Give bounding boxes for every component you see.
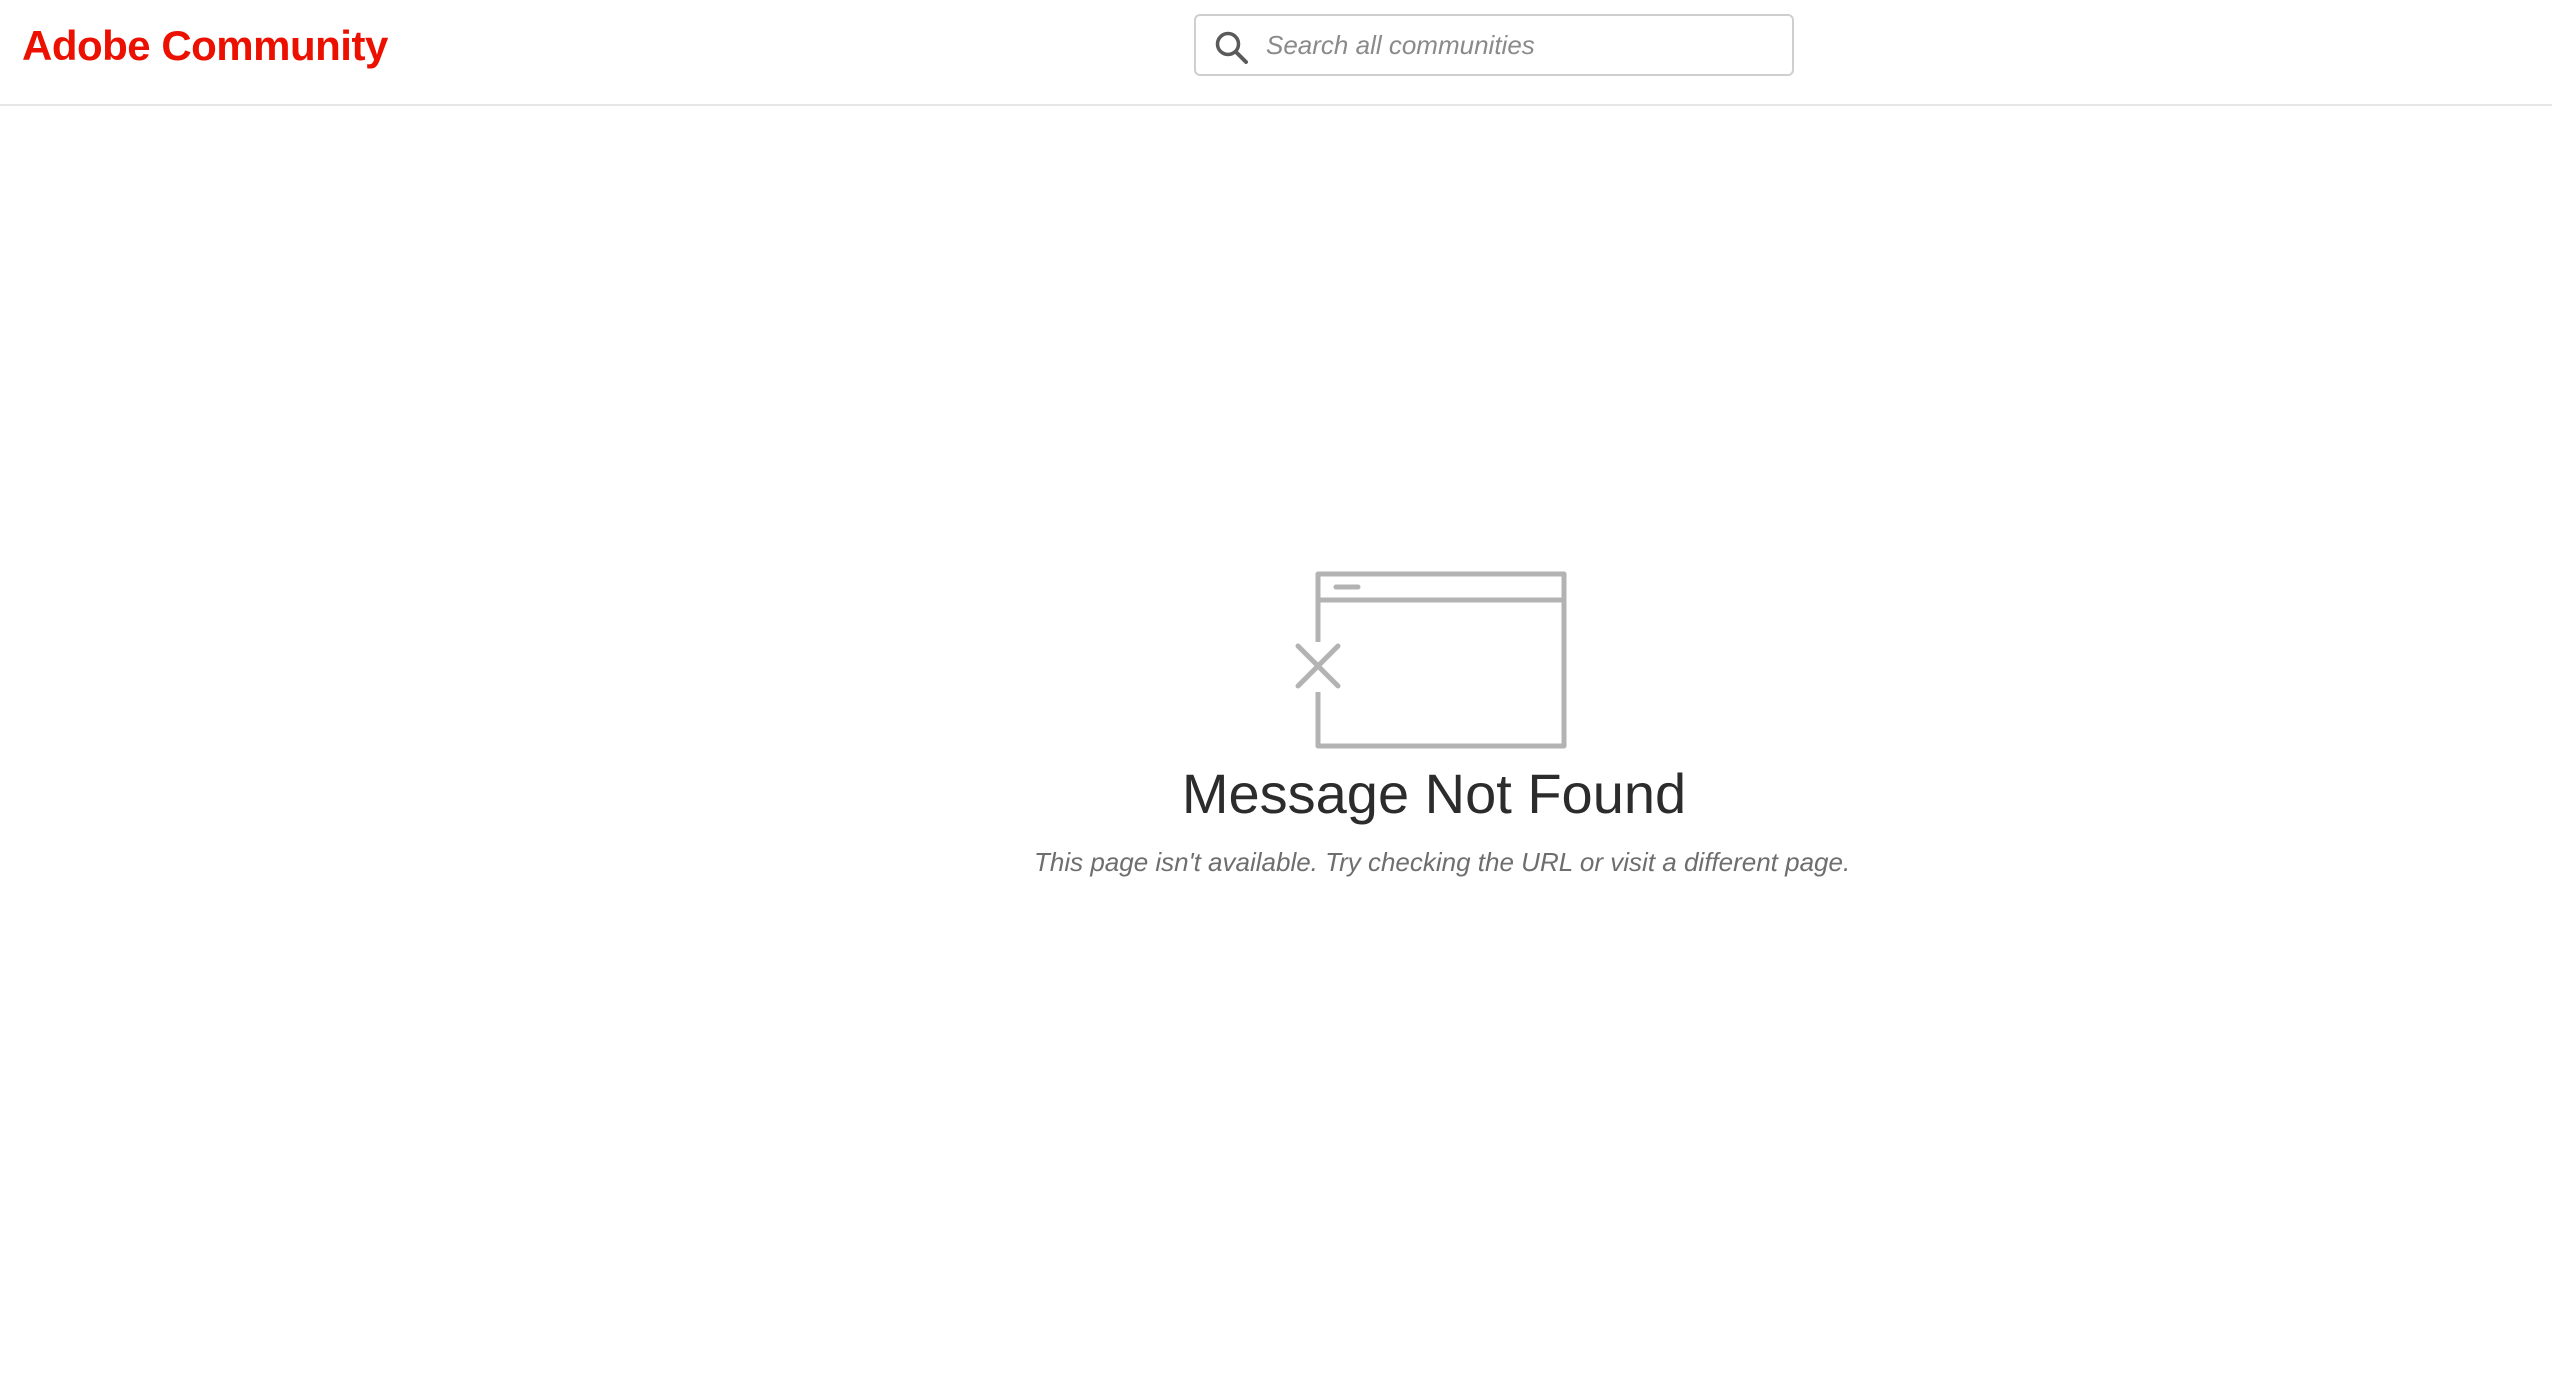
search-input[interactable] [1266,24,1776,66]
top-header: Adobe Community [0,0,2552,106]
search-icon[interactable] [1214,30,1250,66]
adobe-community-logo[interactable]: Adobe Community [22,20,388,72]
browser-window-error-icon [1295,571,1567,749]
search-box[interactable] [1194,14,1794,76]
page-title: Message Not Found [1181,762,1687,825]
page-subtitle: This page isn't available. Try checking … [1034,847,1851,877]
